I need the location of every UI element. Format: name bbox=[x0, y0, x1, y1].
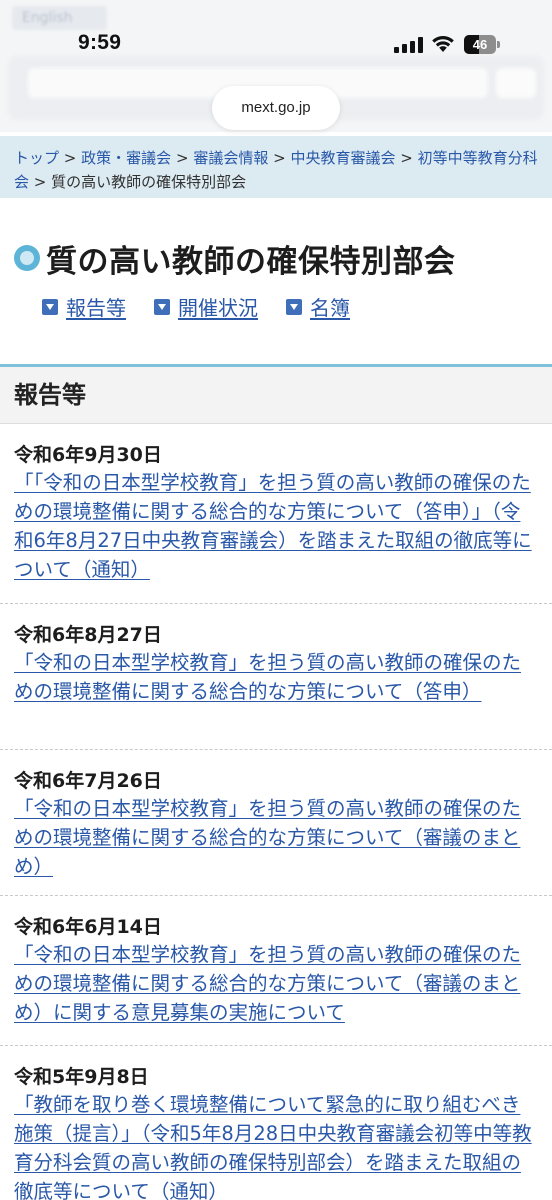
anchor-reports[interactable]: 報告等 bbox=[42, 292, 126, 321]
entry-link[interactable]: 「令和の日本型学校教育」を担う質の高い教師の確保のための環境整備に関する総合的な… bbox=[14, 940, 538, 1027]
chevron-down-icon bbox=[42, 298, 58, 315]
wifi-icon bbox=[432, 36, 454, 52]
breadcrumb-separator: > bbox=[400, 149, 413, 167]
list-item: 令和6年8月27日 「令和の日本型学校教育」を担う質の高い教師の確保のための環境… bbox=[0, 604, 552, 750]
anchor-label: 報告等 bbox=[66, 296, 126, 320]
list-item: 令和6年6月14日 「令和の日本型学校教育」を担う質の高い教師の確保のための環境… bbox=[0, 896, 552, 1046]
battery-level: 46 bbox=[472, 37, 488, 52]
list-item: 令和6年9月30日 「「令和の日本型学校教育」を担う質の高い教師の確保のための環… bbox=[0, 424, 552, 604]
page-anchor-nav: 報告等 開催状況 名簿 bbox=[42, 292, 378, 321]
page-title: 質の高い教師の確保特別部会 bbox=[46, 243, 456, 280]
chevron-down-icon bbox=[154, 298, 170, 315]
breadcrumb-link-central-council[interactable]: 中央教育審議会 bbox=[290, 149, 395, 167]
breadcrumb-link-council-info[interactable]: 審議会情報 bbox=[193, 149, 268, 167]
entry-link[interactable]: 「教師を取り巻く環境整備について緊急的に取り組むべき施策（提言）」（令和5年8月… bbox=[14, 1090, 538, 1200]
breadcrumb-separator: > bbox=[33, 173, 47, 191]
list-item: 令和5年9月8日 「教師を取り巻く環境整備について緊急的に取り組むべき施策（提言… bbox=[0, 1046, 552, 1200]
section-heading-reports: 報告等 bbox=[0, 364, 552, 424]
entry-date: 令和6年8月27日 bbox=[14, 624, 162, 646]
breadcrumb-link-policy[interactable]: 政策・審議会 bbox=[81, 149, 171, 167]
blurred-site-search-button bbox=[496, 68, 536, 98]
url-bar[interactable]: mext.go.jp bbox=[212, 86, 340, 130]
blurred-language-button: English bbox=[12, 6, 107, 30]
anchor-meetings[interactable]: 開催状況 bbox=[154, 292, 258, 321]
entry-link[interactable]: 「「令和の日本型学校教育」を担う質の高い教師の確保のための環境整備に関する総合的… bbox=[14, 468, 538, 584]
breadcrumb: トップ > 政策・審議会 > 審議会情報 > 中央教育審議会 > 初等中等教育分… bbox=[0, 136, 552, 198]
entry-date: 令和6年7月26日 bbox=[14, 770, 162, 792]
circle-bullet-icon bbox=[14, 245, 40, 271]
breadcrumb-separator: > bbox=[273, 149, 286, 167]
breadcrumb-separator: > bbox=[175, 149, 189, 167]
entry-date: 令和6年6月14日 bbox=[14, 916, 162, 938]
entry-link[interactable]: 「令和の日本型学校教育」を担う質の高い教師の確保のための環境整備に関する総合的な… bbox=[14, 794, 538, 881]
breadcrumb-current: 質の高い教師の確保特別部会 bbox=[51, 173, 247, 191]
entry-date: 令和6年9月30日 bbox=[14, 444, 162, 466]
breadcrumb-separator: > bbox=[63, 149, 77, 167]
anchor-label: 開催状況 bbox=[178, 296, 258, 320]
breadcrumb-link-top[interactable]: トップ bbox=[14, 149, 59, 167]
status-time: 9:59 bbox=[78, 31, 122, 54]
battery-icon: 46 bbox=[464, 35, 501, 54]
page-title-row: 質の高い教師の確保特別部会 bbox=[14, 234, 456, 282]
cellular-signal-icon bbox=[394, 37, 424, 53]
chevron-down-icon bbox=[286, 298, 302, 315]
list-item: 令和6年7月26日 「令和の日本型学校教育」を担う質の高い教師の確保のための環境… bbox=[0, 750, 552, 896]
entry-link[interactable]: 「令和の日本型学校教育」を担う質の高い教師の確保のための環境整備に関する総合的な… bbox=[14, 648, 538, 706]
anchor-members[interactable]: 名簿 bbox=[286, 292, 350, 321]
anchor-label: 名簿 bbox=[310, 296, 350, 320]
entry-date: 令和5年9月8日 bbox=[14, 1066, 149, 1088]
